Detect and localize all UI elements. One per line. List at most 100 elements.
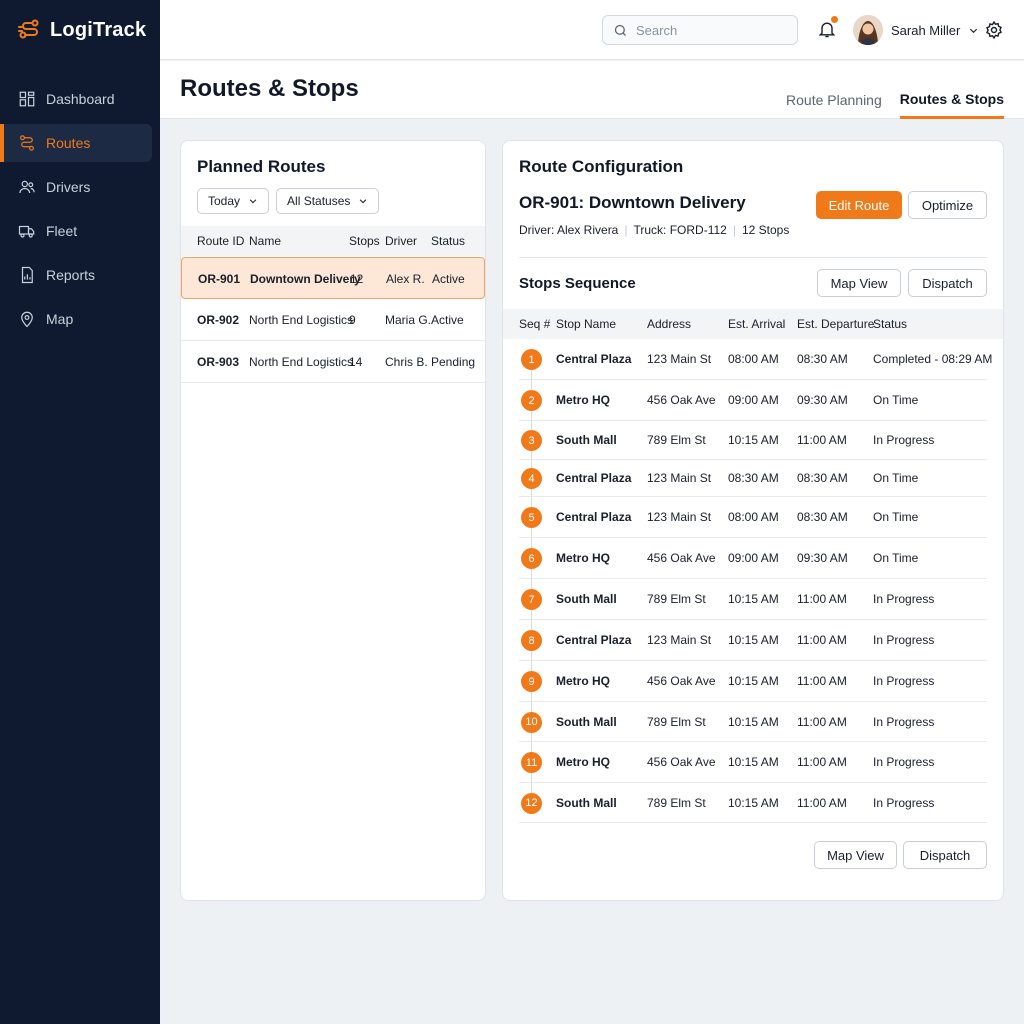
stop-departure: 08:30 AM [797, 471, 848, 485]
sidebar-item-drivers[interactable]: Drivers [0, 168, 152, 206]
stop-row[interactable]: 8 Central Plaza 123 Main St 10:15 AM 11:00 A… [519, 620, 987, 661]
route-stops: 9 [349, 313, 356, 327]
route-name: North End Logistics [249, 313, 354, 327]
route-row[interactable]: OR-902 North End Logistics 9 Maria G. Ac… [181, 299, 485, 341]
stop-arrival: 10:15 AM [728, 433, 779, 447]
stop-address: 789 Elm St [647, 715, 706, 729]
map-pin-icon [21, 311, 33, 328]
column-header: Stops [349, 234, 380, 248]
route-status: Active [431, 313, 464, 327]
route-stops-count: 12 Stops [741, 223, 790, 237]
route-stops: 14 [349, 355, 363, 369]
search-box[interactable] [602, 15, 798, 45]
logo-route-icon [18, 19, 39, 39]
map-view-button[interactable]: Map View [817, 269, 901, 297]
column-header: Name [249, 234, 282, 248]
stop-seq-badge: 4 [521, 468, 542, 489]
stop-seq-badge: 9 [521, 671, 542, 692]
stop-arrival: 10:15 AM [728, 674, 779, 688]
sidebar-item-map[interactable]: Map [0, 300, 152, 338]
route-driver: Driver: Alex Rivera [519, 223, 619, 237]
map-view-button-bottom[interactable]: Map View [814, 841, 897, 869]
stops-table-header: Seq # Stop Name Address Est. Arrival Est… [503, 309, 1003, 339]
notification-dot [831, 16, 838, 23]
stop-departure: 09:30 AM [797, 551, 848, 565]
stop-departure: 11:00 AM [797, 796, 847, 810]
status-filter-value: All Statuses [287, 194, 351, 208]
stop-address: 123 Main St [647, 510, 712, 524]
stop-row[interactable]: 9 Metro HQ 456 Oak Ave 10:15 AM 11:00 AM In P… [519, 661, 987, 702]
sidebar-item-dashboard[interactable]: Dashboard [0, 80, 152, 118]
stop-arrival: 09:00 AM [728, 551, 779, 565]
stop-status: In Progress [873, 592, 935, 606]
route-id: OR-901 [198, 272, 241, 286]
stop-address: 123 Main St [647, 471, 712, 485]
status-filter-select[interactable]: All Statuses [276, 188, 380, 214]
stop-name: Metro HQ [556, 393, 610, 407]
sidebar-item-routes[interactable]: Routes [0, 124, 152, 162]
tab-routes-stops[interactable]: Routes & Stops [899, 61, 1004, 119]
user-menu[interactable]: Sarah Miller [853, 14, 979, 46]
route-row[interactable]: OR-903 North End Logistics 14 Chris B. P… [181, 341, 485, 383]
date-filter-select[interactable]: Today [197, 188, 270, 214]
stop-address: 123 Main St [647, 352, 712, 366]
stop-name: South Mall [556, 796, 617, 810]
stop-row[interactable]: 10 South Mall 789 Elm St 10:15 AM 11:00 AM In… [519, 702, 987, 742]
stop-arrival: 08:00 AM [728, 352, 779, 366]
sidebar-item-reports[interactable]: Reports [0, 256, 152, 294]
stop-name: Metro HQ [556, 755, 610, 769]
stop-row[interactable]: 1 Central Plaza 123 Main St 08:00 AM 08:30 A… [519, 339, 992, 380]
edit-route-button[interactable]: Edit Route [816, 191, 902, 219]
stop-seq-badge: 7 [521, 589, 542, 610]
stop-address: 789 Elm St [647, 796, 706, 810]
stop-arrival: 08:30 AM [728, 471, 779, 485]
stop-address: 456 Oak Ave [647, 393, 716, 407]
route-row[interactable]: OR-901 Downtown Delivery 12 Alex R. Acti… [181, 257, 485, 299]
app-name: LogiTrack [50, 18, 147, 41]
column-header: Address [647, 317, 692, 331]
stop-arrival: 10:15 AM [728, 755, 779, 769]
stop-status: In Progress [873, 433, 935, 447]
chevron-down-icon [360, 199, 367, 204]
stop-row[interactable]: 6 Metro HQ 456 Oak Ave 09:00 AM 09:30 AM On T… [519, 538, 987, 579]
optimize-button[interactable]: Optimize [908, 191, 987, 219]
route-id: OR-902 [197, 313, 240, 327]
stop-row[interactable]: 2 Metro HQ 456 Oak Ave 09:00 AM 09:30 AM On T… [519, 380, 987, 421]
page-tabs: Route Planning Routes & Stops [786, 61, 1004, 119]
route-driver: Alex R. [386, 272, 425, 286]
column-header: Status [431, 234, 466, 248]
stop-status: In Progress [873, 715, 935, 729]
stop-row[interactable]: 4 Central Plaza 123 Main St 08:30 AM 08:30 A… [519, 460, 987, 497]
planned-routes-panel: Planned Routes Today All Statuses Route … [180, 140, 486, 901]
dispatch-button[interactable]: Dispatch [908, 269, 987, 297]
stop-arrival: 10:15 AM [728, 715, 779, 729]
column-header: Driver [385, 234, 417, 248]
logo[interactable]: LogiTrack [0, 0, 160, 60]
tab-route-planning[interactable]: Route Planning [786, 61, 882, 119]
search-icon [614, 24, 626, 36]
search-input[interactable] [636, 22, 786, 38]
stop-status: In Progress [873, 674, 935, 688]
stop-address: 789 Elm St [647, 592, 706, 606]
stop-seq-badge: 8 [521, 630, 542, 651]
route-driver: Chris B. [385, 355, 428, 369]
grid-icon [19, 91, 35, 107]
route-icon [20, 135, 34, 151]
stops-sequence-title: Stops Sequence [519, 275, 636, 292]
stop-departure: 11:00 AM [797, 674, 847, 688]
stop-seq-badge: 5 [521, 507, 542, 528]
stop-seq-badge: 3 [521, 430, 542, 451]
stop-name: Central Plaza [556, 510, 632, 524]
sidebar-item-fleet[interactable]: Fleet [0, 212, 152, 250]
stop-row[interactable]: 3 South Mall 789 Elm St 10:15 AM 11:00 AM In … [519, 421, 987, 460]
stop-address: 456 Oak Ave [647, 755, 716, 769]
dispatch-button-bottom[interactable]: Dispatch [903, 841, 987, 869]
stop-name: Central Plaza [556, 352, 632, 366]
stop-row[interactable]: 7 South Mall 789 Elm St 10:15 AM 11:00 AM In … [519, 579, 987, 620]
stop-row[interactable]: 12 South Mall 789 Elm St 10:15 AM 11:00 AM In… [519, 783, 987, 823]
stop-seq-badge: 12 [521, 792, 542, 814]
stop-row[interactable]: 5 Central Plaza 123 Main St 08:00 AM 08:30 A… [519, 497, 987, 538]
stop-name: South Mall [556, 592, 617, 606]
stop-row[interactable]: 11 Metro HQ 456 Oak Ave 10:15 AM 11:00 AM In … [519, 742, 987, 783]
gear-icon[interactable] [984, 20, 1004, 40]
